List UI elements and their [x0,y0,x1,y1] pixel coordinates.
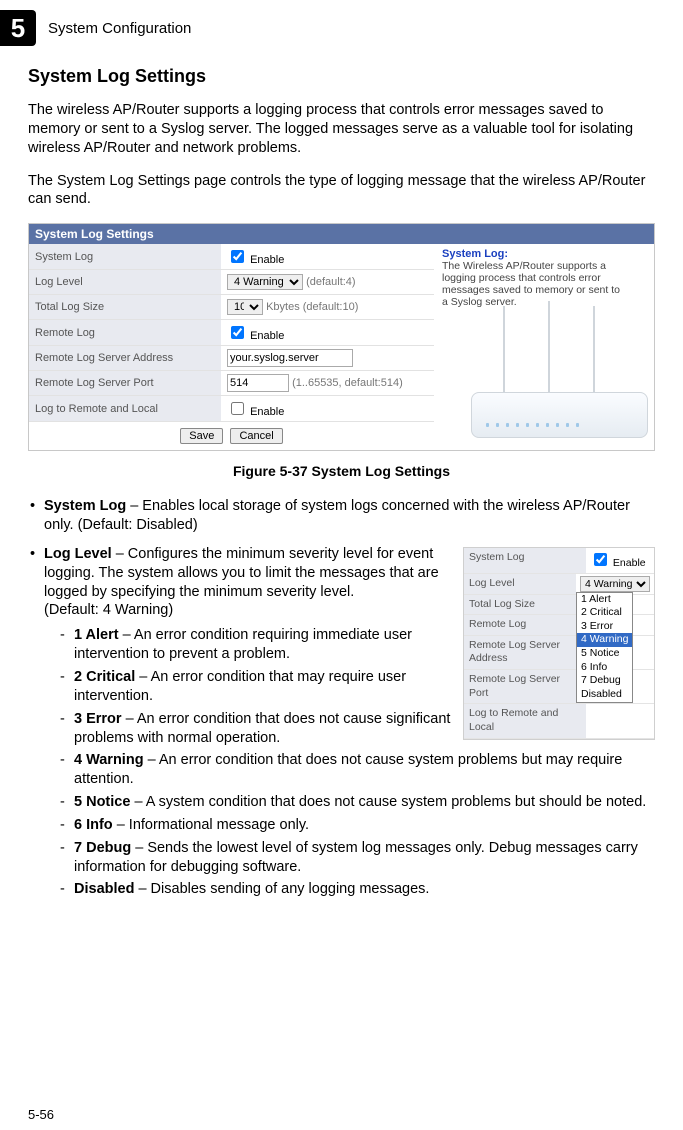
suffix-log-level: (default:4) [306,276,356,288]
input-remote-addr[interactable] [227,349,353,367]
dash-desc: – An error condition requiring immediate… [74,627,412,662]
row-log-both: Log to Remote and Local Enable [29,396,434,422]
dash-item: 1 Alert – An error condition requiring i… [60,626,655,664]
suffix-total-log-size: Kbytes (default:10) [266,301,358,313]
dropdown-option[interactable]: 2 Critical [577,606,632,620]
section-heading: System Log Settings [28,66,655,87]
dropdown-option[interactable]: 4 Warning [577,633,632,647]
bullet-system-log: System Log – Enables local storage of sy… [28,497,655,535]
help-title: System Log: [442,248,627,260]
mini-checkbox-system-log[interactable] [594,553,607,566]
dash-item: 7 Debug – Sends the lowest level of syst… [60,839,655,877]
checkbox-log-both[interactable] [231,402,244,415]
panel-title: System Log Settings [29,224,654,244]
save-button[interactable]: Save [180,428,223,444]
dash-term: 6 Info [74,817,113,833]
bullet-log-level: System Log Enable Log Level 4 Warning 1 … [28,545,655,903]
label-system-log: System Log [29,244,221,270]
figure-caption: Figure 5-37 System Log Settings [28,463,655,479]
dash-item: 2 Critical – An error condition that may… [60,668,655,706]
label-total-log-size: Total Log Size [29,295,221,320]
row-remote-port: Remote Log Server Port (1..65535, defaul… [29,371,434,396]
term-system-log: System Log [44,498,126,514]
enable-label: Enable [250,330,284,342]
row-log-level: Log Level 4 Warning (default:4) [29,270,434,295]
label-log-level: Log Level [29,270,221,295]
enable-label: Enable [250,254,284,266]
dash-item: 3 Error – An error condition that does n… [60,710,655,748]
term-log-level: Log Level [44,546,112,562]
checkbox-remote-log[interactable] [231,326,244,339]
default-log-level: (Default: 4 Warning) [44,602,173,618]
dash-item: Disabled – Disables sending of any loggi… [60,880,655,899]
dash-desc: – An error condition that does not cause… [74,752,622,787]
dash-term: 3 Error [74,711,122,727]
button-row: Save Cancel [29,422,434,450]
dash-term: Disabled [74,881,134,897]
label-log-both: Log to Remote and Local [29,396,221,422]
label-remote-log: Remote Log [29,320,221,346]
cancel-button[interactable]: Cancel [230,428,282,444]
dash-desc: – A system condition that does not cause… [130,794,646,810]
intro-paragraph-2: The System Log Settings page controls th… [28,172,655,210]
dash-item: 6 Info – Informational message only. [60,816,655,835]
dropdown-option[interactable]: 3 Error [577,620,632,634]
system-log-settings-panel: System Log Settings System Log Enable Lo… [28,223,655,451]
dropdown-option[interactable]: Disabled [577,688,632,702]
mini-select-log-level[interactable]: 4 Warning [580,576,650,592]
mini-enable-label: Enable [613,557,646,569]
dropdown-option[interactable]: 1 Alert [577,593,632,607]
input-remote-port[interactable] [227,374,289,392]
row-total-log-size: Total Log Size 10 Kbytes (default:10) [29,295,434,320]
dash-desc: – Sends the lowest level of system log m… [74,840,638,875]
settings-table: System Log Enable Log Level 4 Warning (d… [29,244,434,422]
dash-term: 1 Alert [74,627,119,643]
label-remote-port: Remote Log Server Port [29,371,221,396]
help-text: The Wireless AP/Router supports a loggin… [442,260,627,308]
checkbox-system-log[interactable] [231,250,244,263]
chapter-title: System Configuration [48,20,191,37]
page-header: 5 System Configuration [28,10,655,46]
dropdown-option[interactable]: 6 Info [577,661,632,675]
dash-term: 4 Warning [74,752,144,768]
select-log-level[interactable]: 4 Warning [227,274,303,290]
dash-term: 5 Notice [74,794,130,810]
dash-desc: – Informational message only. [113,817,309,833]
row-remote-log: Remote Log Enable [29,320,434,346]
dash-item: 4 Warning – An error condition that does… [60,751,655,789]
page-number: 5-56 [28,1107,54,1122]
dash-term: 7 Debug [74,840,131,856]
chapter-number-badge: 5 [0,10,36,46]
label-remote-addr: Remote Log Server Address [29,346,221,371]
select-total-log-size[interactable]: 10 [227,299,263,315]
mini-label-total-log-size: Total Log Size [464,595,586,615]
mini-label-system-log: System Log [464,548,586,573]
enable-label: Enable [250,406,284,418]
desc-system-log: – Enables local storage of system logs c… [44,498,630,533]
mini-label-log-level: Log Level [464,574,576,594]
dash-desc: – Disables sending of any logging messag… [134,881,429,897]
dash-desc: – An error condition that does not cause… [74,711,450,746]
row-remote-addr: Remote Log Server Address [29,346,434,371]
dropdown-option[interactable]: 7 Debug [577,674,632,688]
dropdown-option[interactable]: 5 Notice [577,647,632,661]
row-system-log: System Log Enable [29,244,434,270]
router-illustration [453,304,648,444]
suffix-remote-port: (1..65535, default:514) [292,377,403,389]
intro-paragraph-1: The wireless AP/Router supports a loggin… [28,101,655,158]
dash-item: 5 Notice – A system condition that does … [60,793,655,812]
mini-dropdown-list[interactable]: 1 Alert2 Critical3 Error4 Warning5 Notic… [576,592,633,703]
dash-term: 2 Critical [74,669,135,685]
